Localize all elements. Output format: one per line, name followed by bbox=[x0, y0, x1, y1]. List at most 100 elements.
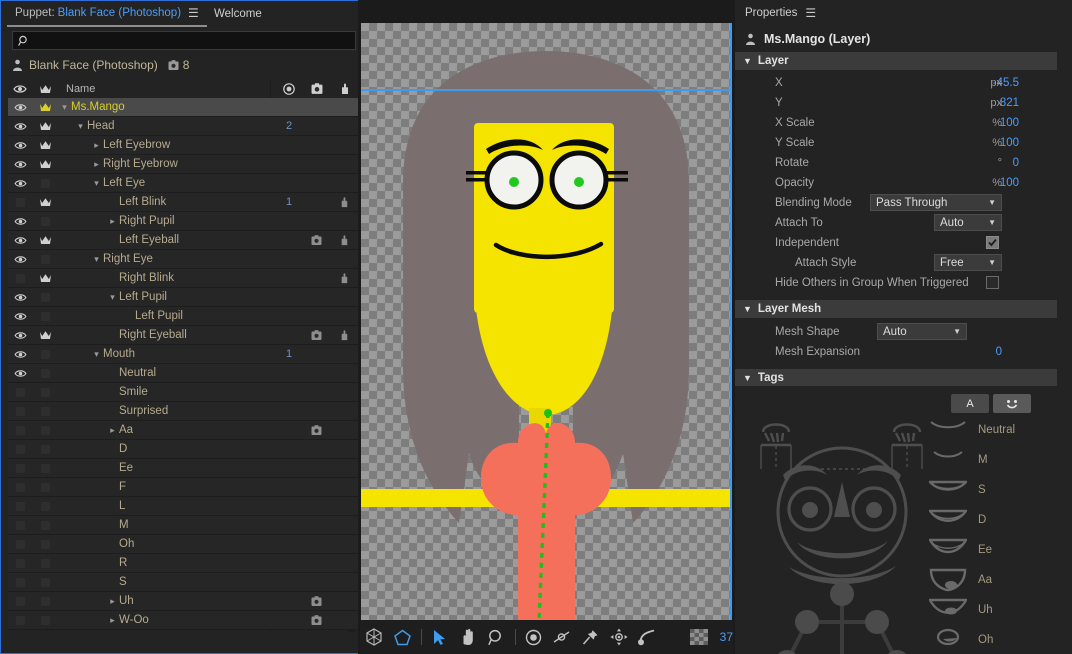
layer-record-cell[interactable]: 2 bbox=[275, 120, 303, 132]
twirl-icon[interactable]: ▸ bbox=[90, 140, 103, 151]
property-value[interactable]: 100 bbox=[1000, 177, 1019, 189]
pin-tool-icon[interactable] bbox=[576, 620, 604, 654]
layer-name-cell[interactable]: Right Eyeball bbox=[58, 329, 275, 341]
table-row[interactable]: ▸ Left Eyebrow bbox=[8, 136, 358, 155]
layer-name-cell[interactable]: Left Blink bbox=[58, 196, 275, 208]
table-row[interactable]: M bbox=[8, 516, 358, 535]
layer-crown-toggle[interactable] bbox=[32, 387, 58, 397]
layer-record-cell[interactable]: 1 bbox=[275, 348, 303, 360]
shape-tool-icon[interactable] bbox=[388, 620, 416, 654]
layer-crown-toggle[interactable] bbox=[32, 292, 58, 302]
layer-name-cell[interactable]: F bbox=[58, 481, 275, 493]
layer-visibility-toggle[interactable] bbox=[8, 217, 32, 226]
layer-name-cell[interactable]: ▸ Aa bbox=[58, 424, 275, 436]
transparency-toggle-icon[interactable] bbox=[685, 620, 713, 654]
layer-name-cell[interactable]: ▾ Mouth bbox=[58, 348, 275, 360]
layer-crown-toggle[interactable] bbox=[32, 140, 58, 150]
table-row[interactable]: Left Eyeball bbox=[8, 231, 358, 250]
layer-crown-toggle[interactable] bbox=[32, 273, 58, 283]
layer-visibility-toggle[interactable] bbox=[8, 520, 32, 530]
table-row[interactable]: F bbox=[8, 478, 358, 497]
layer-name-cell[interactable]: Right Blink bbox=[58, 272, 275, 284]
hand-tool-icon[interactable] bbox=[454, 620, 482, 654]
layer-visibility-toggle[interactable] bbox=[8, 482, 32, 492]
layer-trigger-cell[interactable] bbox=[303, 614, 330, 626]
layer-crown-toggle[interactable] bbox=[32, 539, 58, 549]
layer-visibility-toggle[interactable] bbox=[8, 558, 32, 568]
layer-crown-toggle[interactable] bbox=[32, 596, 58, 606]
zoom-tool-icon[interactable] bbox=[482, 620, 510, 654]
layer-name-cell[interactable]: ▸ Left Eyebrow bbox=[58, 139, 275, 151]
table-row[interactable]: Right Eyeball bbox=[8, 326, 358, 345]
layer-visibility-toggle[interactable] bbox=[8, 463, 32, 473]
mouth-tag-row[interactable]: Neutral bbox=[928, 418, 1015, 442]
table-row[interactable]: ▾ Mouth 1 bbox=[8, 345, 358, 364]
table-row[interactable]: D bbox=[8, 440, 358, 459]
zoom-level-value[interactable]: 37 bbox=[720, 630, 733, 644]
twirl-icon[interactable]: ▾ bbox=[90, 178, 103, 189]
mouth-tag-row[interactable]: D bbox=[928, 508, 986, 532]
layer-crown-toggle[interactable] bbox=[32, 482, 58, 492]
property-select[interactable]: Pass Through ▼ bbox=[870, 194, 1002, 211]
layer-record-cell[interactable]: 1 bbox=[275, 196, 303, 208]
twirl-icon[interactable]: ▾ bbox=[58, 102, 71, 113]
layer-crown-toggle[interactable] bbox=[32, 102, 58, 112]
layer-crown-toggle[interactable] bbox=[32, 349, 58, 359]
layer-visibility-toggle[interactable] bbox=[8, 615, 32, 625]
tab-welcome[interactable]: Welcome bbox=[206, 1, 270, 27]
layer-trigger-cell[interactable] bbox=[303, 424, 330, 436]
selection-arrow-tool-icon[interactable] bbox=[426, 620, 454, 654]
layer-crown-toggle[interactable] bbox=[32, 406, 58, 416]
section-header-layer[interactable]: ▼ Layer bbox=[735, 52, 1057, 70]
layer-name-cell[interactable]: Neutral bbox=[58, 367, 275, 379]
table-row[interactable]: Right Blink bbox=[8, 269, 358, 288]
layer-name-cell[interactable]: Left Eyeball bbox=[58, 234, 275, 246]
property-value[interactable]: 100 bbox=[1000, 117, 1019, 129]
mouth-tag-row[interactable]: Aa bbox=[928, 568, 992, 592]
layer-name-cell[interactable]: R bbox=[58, 557, 275, 569]
layer-crown-toggle[interactable] bbox=[32, 425, 58, 435]
layer-name-cell[interactable]: M bbox=[58, 519, 275, 531]
layer-visibility-toggle[interactable] bbox=[8, 539, 32, 549]
layer-name-cell[interactable]: ▾ Ms.Mango bbox=[58, 101, 275, 113]
layer-visibility-toggle[interactable] bbox=[8, 273, 32, 283]
table-row[interactable]: S bbox=[8, 573, 358, 592]
table-row[interactable]: Oh bbox=[8, 535, 358, 554]
mouth-tag-row[interactable]: Uh bbox=[928, 598, 993, 622]
mesh-tool-icon[interactable] bbox=[360, 620, 388, 654]
layer-crown-toggle[interactable] bbox=[32, 121, 58, 131]
layer-trigger-cell[interactable] bbox=[303, 329, 330, 341]
layer-visibility-toggle[interactable] bbox=[8, 331, 32, 340]
property-value[interactable]: 0 bbox=[1013, 157, 1019, 169]
layer-name-cell[interactable]: Oh bbox=[58, 538, 275, 550]
layer-visibility-toggle[interactable] bbox=[8, 444, 32, 454]
table-row[interactable]: ▾ Ms.Mango bbox=[8, 98, 358, 117]
search-input[interactable] bbox=[30, 33, 355, 48]
layer-name-cell[interactable]: ▾ Left Eye bbox=[58, 177, 275, 189]
layer-crown-toggle[interactable] bbox=[32, 197, 58, 207]
layer-crown-toggle[interactable] bbox=[32, 615, 58, 625]
search-field-wrap[interactable] bbox=[12, 31, 356, 50]
property-select[interactable]: Auto ▼ bbox=[934, 214, 1002, 231]
twirl-icon[interactable]: ▸ bbox=[106, 596, 119, 607]
layer-handle-cell[interactable] bbox=[330, 329, 358, 341]
layer-crown-toggle[interactable] bbox=[32, 159, 58, 169]
layer-handle-cell[interactable] bbox=[330, 196, 358, 208]
table-row[interactable]: ▸ W-Oo bbox=[8, 611, 358, 630]
table-row[interactable]: ▸ Uh bbox=[8, 592, 358, 611]
layer-visibility-toggle[interactable] bbox=[8, 387, 32, 397]
mouth-tag-row[interactable]: M bbox=[928, 448, 988, 472]
layer-visibility-toggle[interactable] bbox=[8, 197, 32, 207]
layer-crown-toggle[interactable] bbox=[32, 254, 58, 264]
table-row[interactable]: ▾ Right Eye bbox=[8, 250, 358, 269]
mouth-tag-row[interactable]: Oh bbox=[928, 628, 993, 652]
layer-visibility-toggle[interactable] bbox=[8, 103, 32, 112]
layer-name-cell[interactable]: ▾ Right Eye bbox=[58, 253, 275, 265]
property-value[interactable]: 0 bbox=[996, 346, 1002, 358]
twirl-icon[interactable]: ▾ bbox=[74, 121, 87, 132]
hamburger-menu-icon[interactable]: ☰ bbox=[805, 6, 816, 20]
layer-crown-toggle[interactable] bbox=[32, 178, 58, 188]
property-checkbox[interactable] bbox=[986, 236, 999, 249]
table-row[interactable]: Neutral bbox=[8, 364, 358, 383]
tab-puppet[interactable]: Puppet: Blank Face (Photoshop) ☰ bbox=[7, 1, 207, 27]
